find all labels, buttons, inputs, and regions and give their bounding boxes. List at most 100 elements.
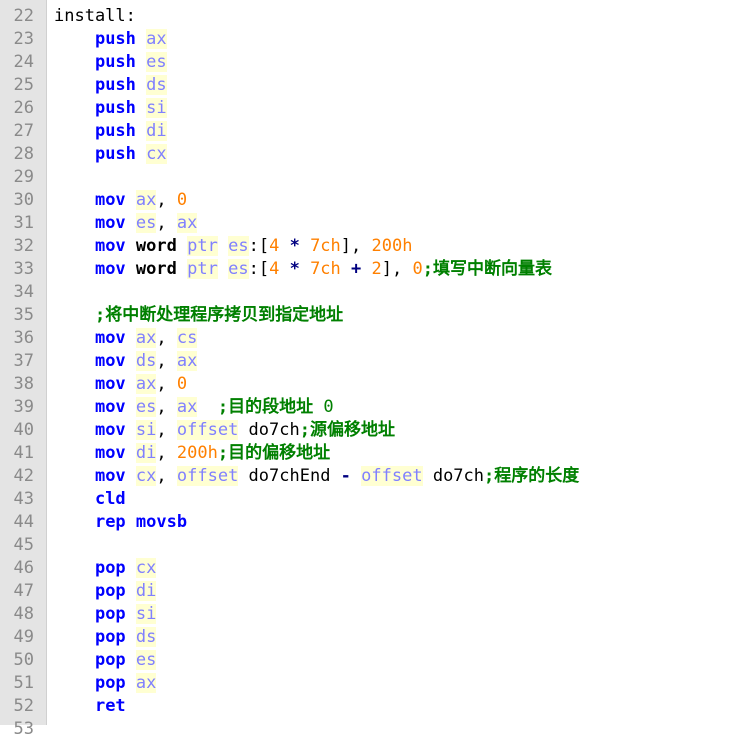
- code-line[interactable]: 27 push di: [0, 120, 738, 143]
- line-number: 22: [13, 6, 34, 26]
- register: offset: [176, 466, 239, 486]
- keyword: mov: [94, 259, 126, 279]
- keyword: mov: [94, 443, 126, 463]
- comment: ;目的段地址: [217, 397, 324, 417]
- register: ptr: [187, 259, 218, 279]
- code-line[interactable]: 49 pop ds: [0, 626, 738, 649]
- code-text: ,: [156, 328, 177, 348]
- code-line[interactable]: 34: [0, 281, 738, 304]
- code-line[interactable]: 41 mov di, 200h;目的偏移地址: [0, 442, 738, 465]
- code-line[interactable]: 33 mov word ptr es:[4 * 7ch + 2], 0;填写中断…: [0, 258, 738, 281]
- code-content: push es: [54, 51, 167, 74]
- code-line[interactable]: 48 pop si: [0, 603, 738, 626]
- code-line[interactable]: 45: [0, 534, 738, 557]
- code-line[interactable]: 26 push si: [0, 97, 738, 120]
- line-number: 36: [13, 328, 34, 348]
- code-content: mov es, ax ;目的段地址 0: [54, 396, 334, 419]
- code-line[interactable]: 32 mov word ptr es:[4 * 7ch], 200h: [0, 235, 738, 258]
- code-content: push ax: [54, 28, 167, 51]
- code-line[interactable]: 24 push es: [0, 51, 738, 74]
- comment: ;目的偏移地址: [217, 443, 331, 463]
- keyword: movsb: [135, 512, 188, 532]
- code-line[interactable]: 46 pop cx: [0, 557, 738, 580]
- line-number: 31: [13, 213, 34, 233]
- register: es: [228, 236, 249, 256]
- line-number: 40: [13, 420, 34, 440]
- code-line[interactable]: 30 mov ax, 0: [0, 189, 738, 212]
- code-text: ,: [156, 213, 177, 233]
- keyword: pop: [94, 581, 126, 601]
- code-content: mov si, offset do7ch;源偏移地址: [54, 419, 395, 442]
- register: ax: [176, 351, 198, 371]
- code-line[interactable]: 44 rep movsb: [0, 511, 738, 534]
- code-line[interactable]: 29: [0, 166, 738, 189]
- line-number: 37: [13, 351, 34, 371]
- code-text: ],: [381, 259, 413, 279]
- line-number: 45: [13, 535, 34, 555]
- code-line[interactable]: 53: [0, 718, 738, 741]
- code-line[interactable]: 28 push cx: [0, 143, 738, 166]
- code-line[interactable]: 23 push ax: [0, 28, 738, 51]
- code-line[interactable]: 37 mov ds, ax: [0, 350, 738, 373]
- code-line[interactable]: 39 mov es, ax ;目的段地址 0: [0, 396, 738, 419]
- line-number: 28: [13, 144, 34, 164]
- number: 200h: [371, 236, 413, 256]
- line-number: 24: [13, 52, 34, 72]
- register: si: [135, 420, 157, 440]
- number: 0: [176, 374, 188, 394]
- operator: *: [289, 259, 300, 279]
- keyword: push: [94, 121, 136, 141]
- keyword: mov: [94, 236, 126, 256]
- code-editor[interactable]: 22 install: 23 push ax 24 push es 25 push ds…: [0, 5, 738, 741]
- code-line[interactable]: 40 mov si, offset do7ch;源偏移地址: [0, 419, 738, 442]
- code-content: mov ax, 0: [54, 189, 187, 212]
- number: 200h: [176, 443, 218, 463]
- code-line[interactable]: 25 push ds: [0, 74, 738, 97]
- register: ds: [146, 75, 167, 95]
- line-number: 52: [13, 696, 34, 716]
- code-text: :[: [248, 236, 270, 256]
- register: cx: [135, 466, 157, 486]
- code-line[interactable]: 51 pop ax: [0, 672, 738, 695]
- code-line[interactable]: 47 pop di: [0, 580, 738, 603]
- code-line[interactable]: 43 cld: [0, 488, 738, 511]
- keyword: mov: [94, 351, 126, 371]
- keyword: pop: [94, 673, 126, 693]
- code-line[interactable]: 52 ret: [0, 695, 738, 718]
- code-line[interactable]: 42 mov cx, offset do7chEnd - offset do7c…: [0, 465, 738, 488]
- code-text: install:: [54, 6, 136, 26]
- keyword: ret: [94, 696, 126, 716]
- number: 0: [412, 259, 423, 279]
- keyword: push: [94, 29, 136, 49]
- line-number: 38: [13, 374, 34, 394]
- code-line[interactable]: 50 pop es: [0, 649, 738, 672]
- code-line[interactable]: 36 mov ax, cs: [0, 327, 738, 350]
- register: offset: [176, 420, 239, 440]
- register: si: [146, 98, 167, 118]
- comment: ;源偏移地址: [299, 420, 395, 440]
- code-line[interactable]: 22 install:: [0, 5, 738, 28]
- code-line[interactable]: 35 ;将中断处理程序拷贝到指定地址: [0, 304, 738, 327]
- code-line[interactable]: 31 mov es, ax: [0, 212, 738, 235]
- code-content: ;将中断处理程序拷贝到指定地址: [54, 304, 343, 327]
- code-line[interactable]: 38 mov ax, 0: [0, 373, 738, 396]
